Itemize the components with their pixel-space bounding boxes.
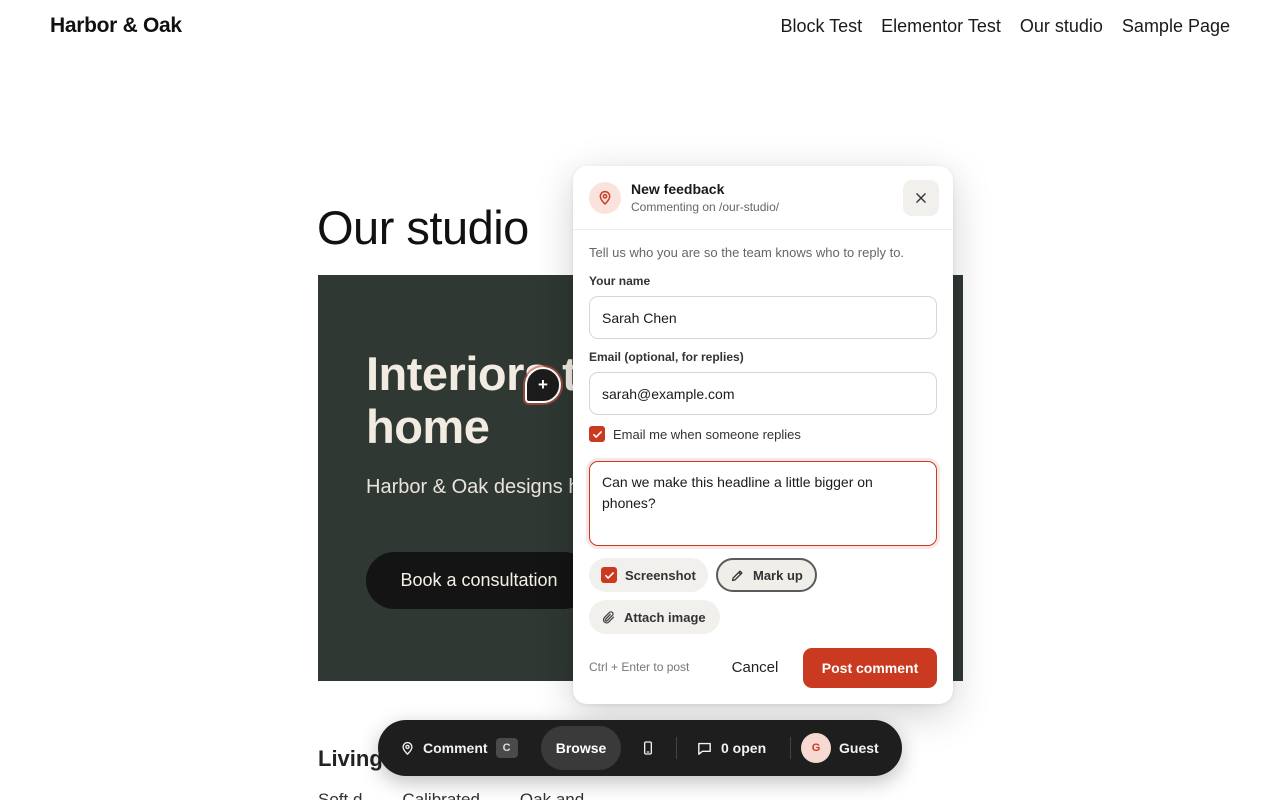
user-menu-button[interactable]: G Guest [801,728,879,768]
location-pin-icon [402,741,413,755]
comment-label: Comment [423,740,488,756]
feature-item: Soft d [318,790,363,800]
page-title: Our studio [317,201,529,254]
name-field[interactable] [589,296,937,339]
nav-item-sample-page[interactable]: Sample Page [1122,16,1230,37]
notify-checkbox[interactable] [589,426,605,442]
feedback-dialog: New feedback Commenting on /our-studio/ … [573,166,953,704]
cancel-button[interactable]: Cancel [719,648,791,686]
dialog-intro: Tell us who you are so the team knows wh… [589,245,905,260]
mark-up-button[interactable]: Mark up [716,558,817,592]
open-comments-button[interactable]: 0 open [696,728,766,768]
post-comment-button[interactable]: Post comment [803,648,937,688]
site-title[interactable]: Harbor & Oak [50,14,182,38]
checkmark-icon [592,430,602,438]
phone-icon [644,741,652,755]
comment-shortcut-key: C [495,738,518,758]
name-label: Your name [589,274,651,288]
notify-checkbox-row[interactable]: Email me when someone replies [589,426,801,442]
feature-list: Soft d Calibrated Oak and ... [318,790,963,800]
mobile-view-button[interactable] [640,728,656,768]
nav-item-block-test[interactable]: Block Test [780,16,862,37]
site-nav: Block Test Elementor Test Our studio Sam… [780,16,1230,37]
email-label: Email (optional, for replies) [589,350,744,364]
screenshot-checkbox[interactable] [601,567,617,583]
toolbar-divider [790,737,791,759]
comment-mode-button[interactable]: Comment C [400,728,518,768]
email-field[interactable] [589,372,937,415]
close-button[interactable] [903,180,939,216]
avatar: G [801,733,831,763]
paperclip-icon [602,610,615,623]
dialog-header: New feedback Commenting on /our-studio/ [573,166,953,230]
site-header: Harbor & Oak Block Test Elementor Test O… [0,0,1280,56]
mark-up-label: Mark up [753,567,803,583]
browse-mode-button[interactable]: Browse [541,726,621,770]
feature-item: Calibrated [402,790,480,800]
feedback-toolbar: Comment C Browse 0 open G Guest [378,720,902,776]
comment-textarea[interactable]: Can we make this headline a little bigge… [589,461,937,546]
nav-item-elementor-test[interactable]: Elementor Test [881,16,1001,37]
pencil-icon [731,570,743,581]
dialog-title: New feedback [631,181,725,197]
feature-item: Oak and ... [519,790,604,800]
location-pin-icon [589,182,621,214]
dialog-subtitle: Commenting on /our-studio/ [631,200,780,214]
feedback-pin-marker[interactable]: + [525,367,561,403]
toolbar-divider [676,737,677,759]
plus-icon: + [538,375,548,394]
attach-image-label: Attach image [624,609,706,625]
open-count: 0 open [721,740,767,756]
user-label: Guest [839,740,879,756]
attach-image-button[interactable]: Attach image [589,600,720,634]
checkmark-icon [604,571,614,579]
nav-item-our-studio[interactable]: Our studio [1020,16,1103,37]
notify-label: Email me when someone replies [613,426,801,442]
close-icon [916,193,926,203]
screenshot-label: Screenshot [625,567,696,583]
keyboard-hint: Ctrl + Enter to post [589,660,690,674]
message-icon [698,742,711,755]
book-consultation-button[interactable]: Book a consultation [366,552,592,609]
screenshot-toggle[interactable]: Screenshot [589,558,708,592]
